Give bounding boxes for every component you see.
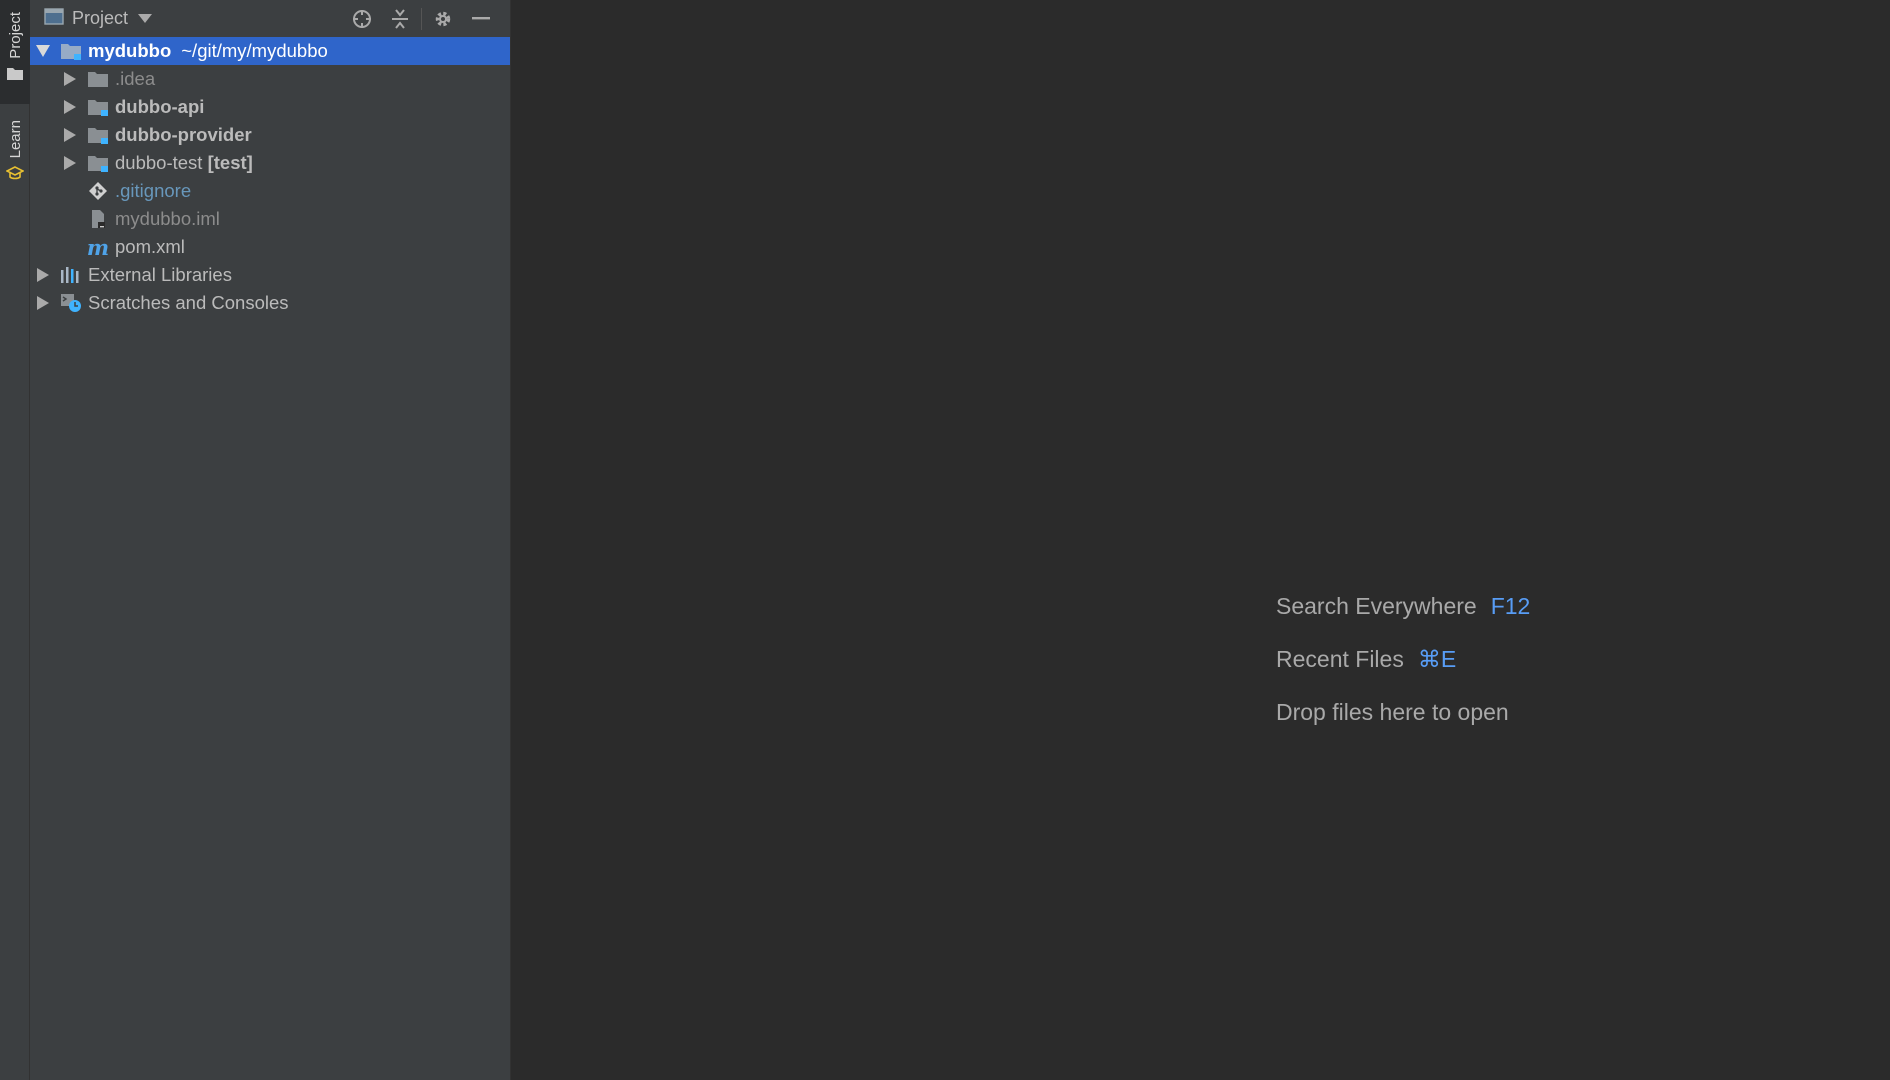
hint-text: Recent Files xyxy=(1276,646,1404,672)
module-folder-icon xyxy=(60,41,82,61)
collapsed-arrow-icon[interactable] xyxy=(63,72,77,86)
hint-recent-files: Recent Files ⌘E xyxy=(1276,633,1530,686)
project-view-dropdown[interactable]: Project xyxy=(72,8,128,29)
tree-item-label: External Libraries xyxy=(88,264,232,285)
toolbar-separator xyxy=(421,7,422,30)
chevron-down-icon[interactable] xyxy=(138,10,153,28)
hint-text: Search Everywhere xyxy=(1276,593,1477,619)
folder-icon xyxy=(7,67,23,85)
project-tool-label: Project xyxy=(6,12,24,59)
tree-item-idea[interactable]: .idea xyxy=(30,65,510,93)
tree-root-mydubbo[interactable]: mydubbo ~/git/my/mydubbo xyxy=(30,37,510,65)
scratches-icon xyxy=(60,293,82,313)
project-tool-button[interactable]: Project xyxy=(0,0,30,104)
tree-item-pom-xml[interactable]: m pom.xml xyxy=(30,233,510,261)
hint-search-everywhere: Search Everywhere F12 xyxy=(1276,580,1530,633)
hint-shortcut: F12 xyxy=(1490,593,1531,619)
tree-item-label: mydubbo ~/git/my/mydubbo xyxy=(88,40,328,61)
tree-item-external-libraries[interactable]: External Libraries xyxy=(30,261,510,289)
tree-item-dubbo-api[interactable]: dubbo-api xyxy=(30,93,510,121)
gear-icon[interactable] xyxy=(424,0,462,37)
tree-item-dubbo-test[interactable]: dubbo-test [test] xyxy=(30,149,510,177)
learn-tool-button[interactable]: Learn xyxy=(0,114,30,194)
tree-item-gitignore[interactable]: .gitignore xyxy=(30,177,510,205)
tree-item-label: .gitignore xyxy=(115,180,192,201)
module-group-tag: [test] xyxy=(207,152,253,173)
hint-shortcut: ⌘E xyxy=(1417,646,1457,672)
minimize-icon[interactable] xyxy=(462,0,500,37)
collapsed-arrow-icon[interactable] xyxy=(63,100,77,114)
learn-tool-label: Learn xyxy=(6,120,24,159)
editor-hints: Search Everywhere F12 Recent Files ⌘E Dr… xyxy=(1276,580,1530,739)
locate-icon[interactable] xyxy=(343,0,381,37)
tree-item-mydubbo-iml[interactable]: mydubbo.iml xyxy=(30,205,510,233)
hint-text: Drop files here to open xyxy=(1276,699,1509,725)
module-folder-icon xyxy=(87,153,109,173)
tree-item-label: Scratches and Consoles xyxy=(88,292,289,313)
hint-drop-files: Drop files here to open xyxy=(1276,686,1530,739)
folder-icon xyxy=(87,69,109,89)
tree-item-label: dubbo-provider xyxy=(115,124,252,145)
project-panel: Project mydubbo ~/git/my/mydubbo .idea d… xyxy=(30,0,511,1080)
libraries-icon xyxy=(60,265,82,285)
collapsed-arrow-icon[interactable] xyxy=(36,296,50,310)
collapse-all-icon[interactable] xyxy=(381,0,419,37)
project-panel-header: Project xyxy=(30,0,510,37)
editor-empty-area[interactable] xyxy=(512,0,1890,1080)
collapsed-arrow-icon[interactable] xyxy=(63,128,77,142)
tree-item-label: mydubbo.iml xyxy=(115,208,220,229)
expanded-arrow-icon[interactable] xyxy=(36,44,50,58)
collapsed-arrow-icon[interactable] xyxy=(36,268,50,282)
git-file-icon xyxy=(87,181,109,201)
graduation-cap-icon xyxy=(5,166,25,187)
project-tree: mydubbo~/git/my/mydubbo .idea dubbo-api xyxy=(30,37,510,317)
tree-item-label: dubbo-api xyxy=(115,96,205,117)
tree-item-dubbo-provider[interactable]: dubbo-provider xyxy=(30,121,510,149)
maven-icon: m xyxy=(86,234,110,260)
tree-item-label: dubbo-test [test] xyxy=(115,152,253,173)
collapsed-arrow-icon[interactable] xyxy=(63,156,77,170)
tree-item-scratches-and-consoles[interactable]: Scratches and Consoles xyxy=(30,289,510,317)
tool-window-stripe: Project Learn xyxy=(0,0,30,1080)
iml-file-icon xyxy=(87,209,109,229)
tree-item-label: .idea xyxy=(115,68,156,89)
module-folder-icon xyxy=(87,125,109,145)
module-folder-icon xyxy=(87,97,109,117)
panel-toolbar xyxy=(343,0,500,37)
project-view-icon xyxy=(44,7,64,30)
tree-item-label: pom.xml xyxy=(115,236,185,257)
